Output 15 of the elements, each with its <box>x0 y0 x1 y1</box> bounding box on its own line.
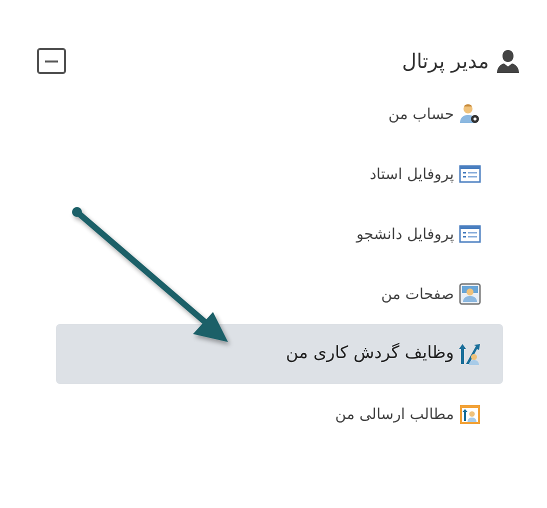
section-title: مدیر پرتال <box>402 48 489 75</box>
menu-item[interactable]: پروفایل استاد <box>56 144 503 204</box>
menu-item[interactable]: صفحات من <box>56 264 503 324</box>
portrait-icon <box>459 283 481 305</box>
menu-item[interactable]: پروفایل دانشجو <box>56 204 503 264</box>
collapse-button[interactable] <box>37 48 66 74</box>
form-icon <box>459 223 481 245</box>
user-icon <box>497 49 519 73</box>
menu-item[interactable]: وظایف گردش کاری من <box>56 324 503 384</box>
workflow-icon <box>459 343 481 365</box>
folder-person-icon <box>459 403 481 425</box>
menu-item[interactable]: مطالب ارسالی من <box>56 384 503 444</box>
form-icon <box>459 163 481 185</box>
menu-item[interactable]: حساب من <box>56 84 503 144</box>
person-gear-icon <box>459 103 481 125</box>
